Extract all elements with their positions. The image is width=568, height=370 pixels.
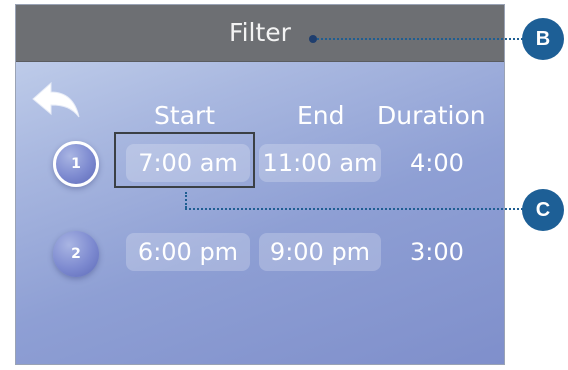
row-1-duration: 4:00 [410,149,464,177]
callout-c-leader-vertical [185,192,187,208]
back-arrow-icon[interactable] [31,79,85,123]
row-1-selector[interactable]: 1 [53,141,99,187]
callout-b-anchor [309,35,317,43]
title-bar: Filter [16,5,504,62]
row-2-selector[interactable]: 2 [53,231,99,277]
filter-screen: Filter Start End Duration 1 7:00 am 11:0… [15,4,505,365]
page-title: Filter [229,18,291,47]
row-1-end-time[interactable]: 11:00 am [259,144,381,182]
callout-c-leader [185,208,523,210]
column-header-duration: Duration [377,101,486,130]
column-header-start: Start [154,101,216,130]
row-2-duration: 3:00 [410,238,464,266]
row-2-start-time[interactable]: 6:00 pm [126,233,250,271]
callout-b-badge: B [522,18,564,60]
column-header-end: End [297,101,345,130]
row-2-end-time[interactable]: 9:00 pm [259,233,381,271]
callout-c-badge: C [522,189,564,231]
callout-b-leader [317,38,523,40]
selection-highlight [114,132,255,188]
